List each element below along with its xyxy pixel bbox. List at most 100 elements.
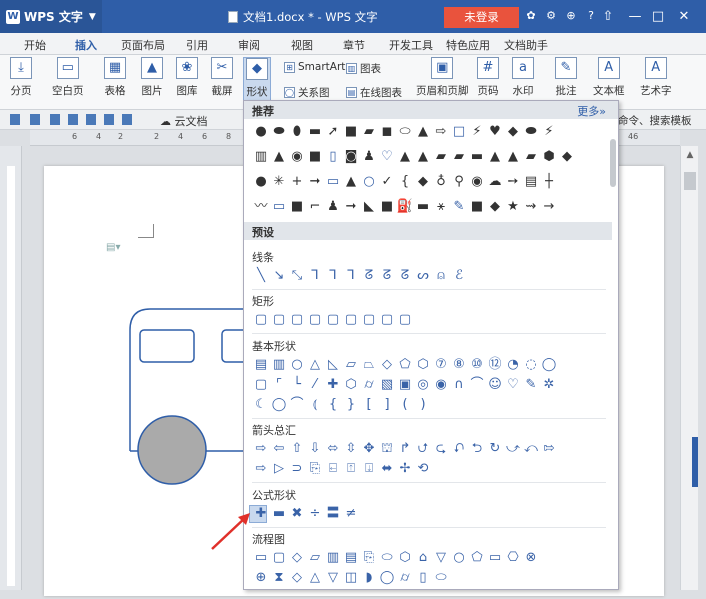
panel-scroll-thumb[interactable] [610, 139, 616, 187]
undo-icon[interactable] [104, 114, 114, 125]
tab-reference[interactable]: 引用 [186, 37, 208, 53]
shape-item[interactable]: ⬭ [396, 123, 414, 141]
shape-item[interactable]: ╲ [252, 267, 270, 285]
shape-item[interactable]: { [396, 173, 414, 191]
shape-item[interactable]: ☺ [486, 376, 504, 394]
shape-item[interactable]: ✎ [450, 198, 468, 216]
tab-view[interactable]: 视图 [291, 37, 313, 53]
maximize-button[interactable]: □ [648, 7, 668, 27]
shape-item[interactable]: ▬ [306, 123, 324, 141]
online-chart-button[interactable]: ▤ 在线图表 [346, 85, 402, 100]
shape-item[interactable]: ◯ [378, 569, 396, 587]
shape-item[interactable]: ⚡ [468, 123, 486, 141]
chevron-up-icon[interactable]: ▲ [683, 148, 697, 162]
shape-item[interactable]: ▬ [468, 148, 486, 166]
tab-review[interactable]: 审阅 [238, 37, 260, 53]
wordart-button[interactable]: A 艺术字 [640, 57, 672, 98]
shape-item[interactable]: ▢ [270, 311, 288, 329]
shape-item[interactable]: ↘ [270, 267, 288, 285]
shape-item[interactable]: ▢ [324, 311, 342, 329]
more-link[interactable]: 更多» [577, 103, 606, 119]
shape-item[interactable]: ⌭ [396, 569, 414, 587]
shape-item[interactable]: ▢ [342, 311, 360, 329]
shape-item[interactable]: ◙ [342, 148, 360, 166]
shape-item[interactable]: ◫ [342, 569, 360, 587]
shape-item[interactable]: ◗ [360, 569, 378, 587]
shape-item[interactable]: ▭ [486, 549, 504, 567]
paste-options-icon[interactable]: ▤▾ [106, 242, 120, 253]
shape-item[interactable]: ▰ [432, 148, 450, 166]
shape-item[interactable]: ▣ [396, 376, 414, 394]
shape-item[interactable]: ⌐ [306, 198, 324, 216]
shape-item[interactable]: ⬢ [540, 148, 558, 166]
shape-item[interactable]: ⮏ [450, 440, 468, 458]
shape-item[interactable]: ✳ [270, 173, 288, 191]
print-icon[interactable] [50, 114, 60, 125]
shape-item[interactable]: ◇ [288, 549, 306, 567]
shape-item[interactable]: ■ [288, 198, 306, 216]
shape-item[interactable]: [ [360, 396, 378, 414]
shape-item[interactable]: ▲ [270, 148, 288, 166]
shape-item[interactable]: ▧ [378, 376, 396, 394]
shape-item[interactable]: ■ [468, 198, 486, 216]
shape-item[interactable]: ⌜ [270, 376, 288, 394]
shape-item[interactable]: ⚲ [450, 173, 468, 191]
shape-item[interactable]: ⤻ [504, 440, 522, 458]
shape-item[interactable]: ◣ [360, 198, 378, 216]
shape-item[interactable]: ✎ [522, 376, 540, 394]
shape-item[interactable]: ⊃ [288, 460, 306, 478]
screenshot-button[interactable]: ✂ 截屏 [211, 57, 233, 98]
share-icon[interactable]: ⊕ [565, 10, 577, 22]
help-icon[interactable]: ? [585, 10, 597, 22]
shape-item[interactable]: ◆ [558, 148, 576, 166]
shape-item[interactable]: ▰ [360, 123, 378, 141]
shape-item[interactable]: ✲ [540, 376, 558, 394]
shape-item[interactable]: ⮎ [432, 440, 450, 458]
panel-scrollbar[interactable] [610, 121, 616, 589]
shape-item[interactable]: ∩ [450, 376, 468, 394]
print-preview-icon[interactable] [68, 114, 78, 125]
shape-item[interactable]: ⤺ [522, 440, 540, 458]
shape-item[interactable]: ◇ [288, 569, 306, 587]
shape-item[interactable]: ┼ [540, 173, 558, 191]
shape-item[interactable]: ◉ [468, 173, 486, 191]
shape-item[interactable]: ▥ [324, 549, 342, 567]
shape-item[interactable]: ⬌ [378, 460, 396, 478]
save-icon[interactable] [30, 114, 40, 125]
shape-item[interactable]: ▽ [432, 549, 450, 567]
shape-item[interactable]: ⮌ [468, 440, 486, 458]
search-command[interactable]: 命令、搜索模板 [618, 113, 692, 128]
shape-item[interactable]: ◆ [504, 123, 522, 141]
tab-insert[interactable]: 插入 [75, 37, 97, 57]
shape-item[interactable]: ○ [450, 549, 468, 567]
shape-item[interactable]: ▷ [270, 460, 288, 478]
shape-item[interactable]: ⤡ [288, 267, 306, 285]
shape-item[interactable]: □ [450, 123, 468, 141]
shape-item[interactable]: ♟ [360, 148, 378, 166]
shape-item[interactable]: ⍗ [360, 460, 378, 478]
shape-item[interactable]: ⬬ [522, 123, 540, 141]
shape-item[interactable]: ⌒ [288, 396, 306, 414]
comment-button[interactable]: ✎ 批注 [555, 57, 577, 98]
shape-item[interactable]: ⁄ [306, 376, 324, 394]
not-equal-shape-item[interactable]: ≠ [342, 505, 360, 523]
shape-item[interactable]: ℰ [450, 267, 468, 285]
document-scrollbar[interactable]: ▲ [680, 146, 698, 590]
table-button[interactable]: ▦ 表格 [104, 57, 126, 98]
shape-item[interactable]: ◯ [540, 356, 558, 374]
shape-item[interactable]: ■ [306, 148, 324, 166]
shape-item[interactable]: ➞ [342, 198, 360, 216]
tab-start[interactable]: 开始 [24, 37, 46, 53]
app-menu-button[interactable]: W WPS 文字 ▼ [0, 0, 102, 33]
watermark-button[interactable]: a 水印 [512, 57, 534, 98]
shape-item[interactable]: ⌭ [360, 376, 378, 394]
shape-item[interactable]: ⬭ [378, 549, 396, 567]
shape-item[interactable]: ➞ [306, 173, 324, 191]
shape-item[interactable]: → [540, 198, 558, 216]
shape-item[interactable]: ⇧ [288, 440, 306, 458]
shape-item[interactable]: ⟲ [414, 460, 432, 478]
shape-item[interactable]: ▲ [486, 148, 504, 166]
shape-item[interactable]: ▥ [270, 356, 288, 374]
shape-item[interactable]: ▰ [522, 148, 540, 166]
shape-item[interactable]: ▢ [360, 311, 378, 329]
